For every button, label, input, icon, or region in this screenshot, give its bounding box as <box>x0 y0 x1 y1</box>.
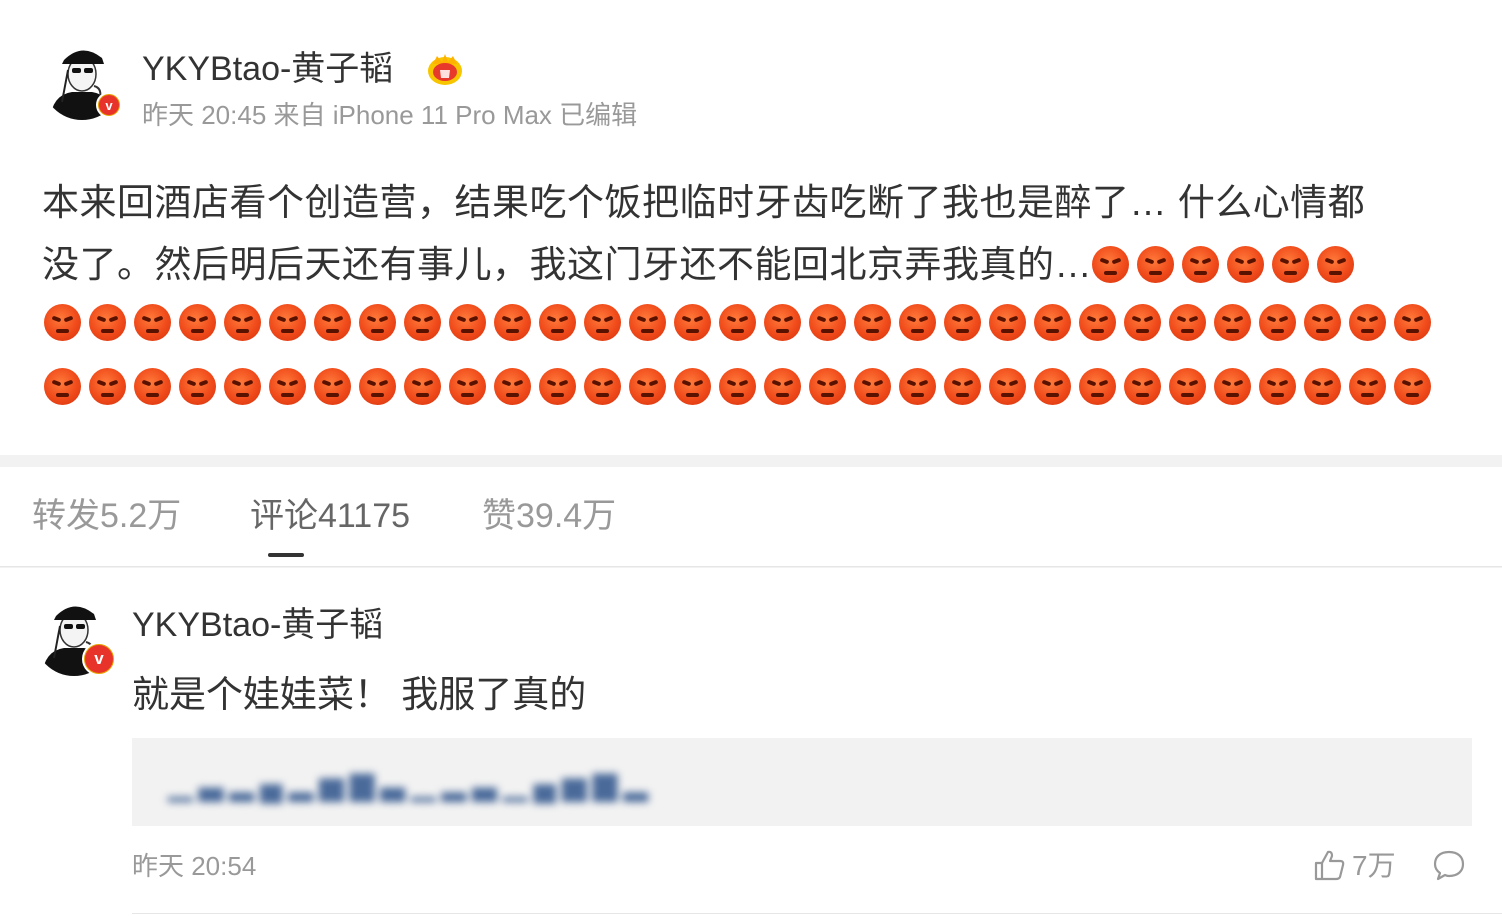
angry-face-emoji <box>1394 304 1431 341</box>
angry-face-emoji <box>989 304 1026 341</box>
angry-face-emoji <box>44 304 81 341</box>
angry-face-emoji <box>764 304 801 341</box>
angry-face-emoji <box>989 368 1026 405</box>
angry-face-emoji <box>1124 304 1161 341</box>
angry-face-emoji <box>1317 246 1354 283</box>
angry-face-emoji <box>314 368 351 405</box>
angry-face-emoji <box>224 368 261 405</box>
angry-face-emoji <box>404 304 441 341</box>
comment-text: 就是个娃娃菜！ 我服了真的 <box>132 674 587 715</box>
angry-face-emoji <box>1182 246 1219 283</box>
angry-face-emoji <box>134 368 171 405</box>
angry-face-emoji <box>404 368 441 405</box>
angry-face-emoji <box>854 368 891 405</box>
angry-face-emoji <box>1349 304 1386 341</box>
angry-face-emoji <box>1304 368 1341 405</box>
angry-face-emoji <box>1227 246 1264 283</box>
angry-face-emoji <box>1304 304 1341 341</box>
angry-face-emoji <box>584 368 621 405</box>
post-text-line-1: 本来回酒店看个创造营，结果吃个饭把临时牙齿吃断了我也是醉了… 什么心情都 <box>42 182 1366 223</box>
angry-face-emoji <box>449 368 486 405</box>
post-body: 本来回酒店看个创造营，结果吃个饭把临时牙齿吃断了我也是醉了… 什么心情都 没了。… <box>42 172 1472 296</box>
comment-item: v YKYBtao-黄子韬 就是个娃娃菜！ 我服了真的 ▁▃▂▄▂▅▆▃▁▂▃▁… <box>0 568 1502 916</box>
angry-face-emoji <box>269 368 306 405</box>
emoji-row-1 <box>44 304 1439 344</box>
post-author-name[interactable]: YKYBtao-黄子韬 <box>142 48 393 90</box>
active-tab-indicator <box>268 553 304 557</box>
angry-face-emoji <box>899 368 936 405</box>
comment-bubble-icon[interactable] <box>1432 848 1466 882</box>
angry-face-emoji <box>179 368 216 405</box>
emoji-row-2 <box>44 368 1439 408</box>
angry-face-emoji <box>134 304 171 341</box>
angry-face-emoji <box>359 304 396 341</box>
like-count[interactable]: 7万 <box>1352 850 1396 882</box>
comment-author-name[interactable]: YKYBtao-黄子韬 <box>132 604 383 646</box>
angry-face-emoji <box>1169 368 1206 405</box>
comment-divider <box>132 913 1502 914</box>
angry-face-emoji <box>764 368 801 405</box>
angry-face-emoji <box>494 368 531 405</box>
angry-face-emoji <box>629 304 666 341</box>
angry-face-emoji <box>1137 246 1174 283</box>
angry-face-emoji <box>1079 304 1116 341</box>
post-card: v YKYBtao-黄子韬 昨天 20:45 来自 iPhone 11 Pro … <box>0 0 1502 455</box>
post-text-line-2-wrap: 没了。然后明后天还有事儿，我这门牙还不能回北京弄我真的… <box>42 234 1472 296</box>
thumbs-up-icon[interactable] <box>1312 848 1346 882</box>
post-meta: 昨天 20:45 来自 iPhone 11 Pro Max 已编辑 <box>142 100 638 130</box>
inline-emoji-group <box>1092 244 1362 285</box>
angry-face-emoji <box>359 368 396 405</box>
angry-face-emoji <box>1349 368 1386 405</box>
blurred-quoted-text: ▁▃▂▄▂▅▆▃▁▂▃▁▄▅▆▂ <box>168 765 654 801</box>
angry-face-emoji <box>1034 368 1071 405</box>
angry-face-emoji <box>584 304 621 341</box>
angry-face-emoji <box>674 368 711 405</box>
angry-face-emoji <box>44 368 81 405</box>
angry-face-emoji <box>449 304 486 341</box>
angry-face-emoji <box>1124 368 1161 405</box>
angry-face-emoji <box>1259 304 1296 341</box>
angry-face-emoji <box>719 304 756 341</box>
angry-face-emoji <box>854 304 891 341</box>
angry-face-emoji <box>809 304 846 341</box>
angry-face-emoji <box>629 368 666 405</box>
post-text-line-2: 没了。然后明后天还有事儿，我这门牙还不能回北京弄我真的… <box>42 244 1092 285</box>
comment-time: 昨天 20:54 <box>132 851 257 881</box>
angry-face-emoji <box>944 304 981 341</box>
tab-likes[interactable]: 赞39.4万 <box>482 495 616 537</box>
interaction-tabs: 转发5.2万 评论41175 赞39.4万 <box>0 467 1502 567</box>
crown-icon[interactable] <box>425 50 465 88</box>
angry-face-emoji <box>269 304 306 341</box>
angry-face-emoji <box>1259 368 1296 405</box>
tab-reposts[interactable]: 转发5.2万 <box>32 495 181 537</box>
angry-face-emoji <box>809 368 846 405</box>
quoted-reply-box[interactable]: ▁▃▂▄▂▅▆▃▁▂▃▁▄▅▆▂ <box>132 738 1472 826</box>
verified-badge-icon: v <box>82 642 116 676</box>
angry-face-emoji <box>674 304 711 341</box>
angry-face-emoji <box>899 304 936 341</box>
angry-face-emoji <box>539 304 576 341</box>
angry-face-emoji <box>1092 246 1129 283</box>
angry-face-emoji <box>944 368 981 405</box>
angry-face-emoji <box>1034 304 1071 341</box>
angry-face-emoji <box>1214 304 1251 341</box>
angry-face-emoji <box>179 304 216 341</box>
angry-face-emoji <box>1214 368 1251 405</box>
angry-face-emoji <box>539 368 576 405</box>
angry-face-emoji <box>1169 304 1206 341</box>
angry-face-emoji <box>224 304 261 341</box>
angry-face-emoji <box>89 304 126 341</box>
angry-face-emoji <box>1394 368 1431 405</box>
tab-comments[interactable]: 评论41175 <box>250 495 410 537</box>
angry-face-emoji <box>494 304 531 341</box>
verified-badge-icon: v <box>96 92 122 118</box>
angry-face-emoji <box>89 368 126 405</box>
post-avatar[interactable]: v <box>42 40 122 120</box>
angry-face-emoji <box>719 368 756 405</box>
angry-face-emoji <box>314 304 351 341</box>
angry-face-emoji <box>1272 246 1309 283</box>
comment-avatar[interactable]: v <box>34 596 116 676</box>
angry-face-emoji <box>1079 368 1116 405</box>
